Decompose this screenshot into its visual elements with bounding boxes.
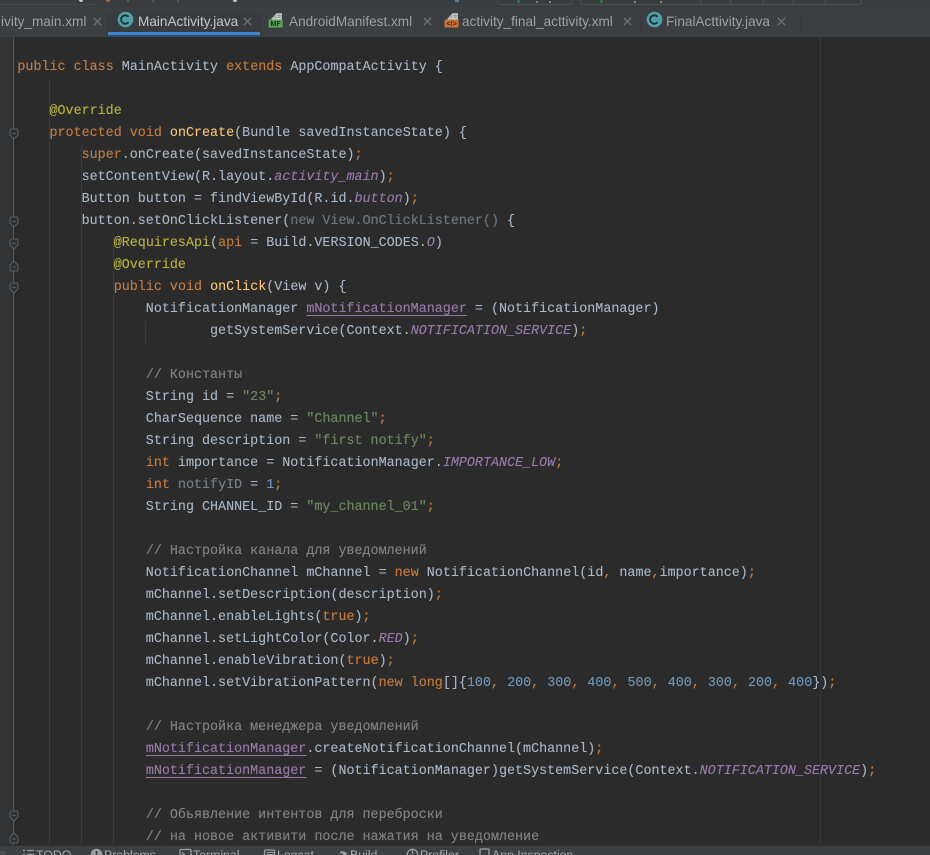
svg-text:MF: MF xyxy=(271,21,282,28)
svg-text:</>: </> xyxy=(447,21,457,28)
